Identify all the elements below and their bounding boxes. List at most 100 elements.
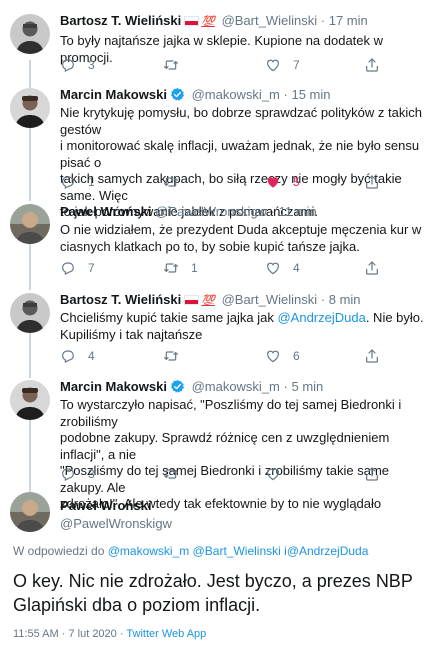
tweet-timestamp[interactable]: 11:55 AM <box>13 628 59 640</box>
tweet-text: O nie widziałem, że prezydent Duda akcep… <box>60 222 422 254</box>
thread-tweet[interactable]: Marcin Makowski @makowski_m · 15 min Nie… <box>0 80 446 219</box>
retweet-icon <box>163 57 179 73</box>
reply-icon <box>60 174 76 190</box>
avatar[interactable] <box>10 204 50 244</box>
like-count: 6 <box>293 349 300 363</box>
like-icon <box>265 260 281 276</box>
retweet-button[interactable]: 1 <box>163 259 198 277</box>
retweet-button[interactable] <box>163 56 191 74</box>
thread-tweet[interactable]: Bartosz T. Wieliński 💯 @Bart_Wielinski · … <box>0 285 446 373</box>
verified-icon <box>170 379 185 394</box>
tweet-header: Bartosz T. Wieliński 💯 @Bart_Wielinski · … <box>60 292 361 307</box>
source-app-link[interactable]: Twitter Web App <box>126 628 206 640</box>
like-count: 5 <box>293 175 300 189</box>
like-button[interactable]: 6 <box>265 347 300 365</box>
retweet-count: 1 <box>191 261 198 275</box>
author-name[interactable]: Bartosz T. Wieliński <box>60 292 181 307</box>
reply-count: 3 <box>88 58 95 72</box>
share-button[interactable] <box>364 259 380 277</box>
tweet-time[interactable]: 11 min <box>279 204 317 219</box>
retweet-icon <box>163 174 179 190</box>
main-author-name[interactable]: Paweł Wroński <box>60 498 152 513</box>
flag-icon <box>184 295 200 305</box>
author-handle[interactable]: @makowski_m <box>192 379 280 394</box>
thread-tweet[interactable]: Marcin Makowski @makowski_m · 5 min To w… <box>0 373 446 511</box>
author-name[interactable]: Marcin Makowski <box>60 87 167 102</box>
tweet-text: To wystarczyło napisać, "Poszliśmy do te… <box>60 397 402 511</box>
tweet-header: Marcin Makowski @makowski_m · 5 min <box>60 379 324 394</box>
like-button[interactable]: 4 <box>265 259 300 277</box>
tweet-time[interactable]: 8 min <box>329 292 361 307</box>
retweet-button[interactable] <box>163 465 191 483</box>
tweet-text: Chcieliśmy kupić takie same jajka jak @A… <box>60 310 424 342</box>
retweet-button[interactable] <box>163 173 191 191</box>
mention-link[interactable]: i@AndrzejDuda <box>284 544 368 558</box>
main-author-handle[interactable]: @PawelWronskigw <box>60 516 172 531</box>
thread-tweet[interactable]: Bartosz T. Wieliński 💯 @Bart_Wielinski · … <box>0 0 446 80</box>
share-button[interactable] <box>364 347 380 365</box>
avatar[interactable] <box>10 293 50 333</box>
share-button[interactable] <box>364 465 380 483</box>
tweet-header: Bartosz T. Wieliński 💯 @Bart_Wielinski · … <box>60 13 368 28</box>
tweet-meta: 11:55 AM · 7 lut 2020 · Twitter Web App <box>13 628 207 640</box>
author-name[interactable]: Paweł Wroński <box>60 204 152 219</box>
author-name[interactable]: Marcin Makowski <box>60 379 167 394</box>
author-name[interactable]: Bartosz T. Wieliński <box>60 13 181 28</box>
reply-icon <box>60 260 76 276</box>
avatar[interactable] <box>10 380 50 420</box>
tweet-header: Paweł Wroński @PawelWronskigw · 11 min <box>60 204 317 219</box>
like-count: 7 <box>293 58 300 72</box>
tweet-time[interactable]: 5 min <box>291 379 323 394</box>
reply-count: 7 <box>88 261 95 275</box>
author-handle[interactable]: @Bart_Wielinski <box>222 292 318 307</box>
like-icon <box>265 174 281 190</box>
author-handle[interactable]: @Bart_Wielinski <box>222 13 318 28</box>
reply-button[interactable]: 1 <box>60 173 95 191</box>
reply-button[interactable]: 3 <box>60 465 95 483</box>
like-icon <box>265 348 281 364</box>
reply-count: 4 <box>88 349 95 363</box>
like-button[interactable]: 7 <box>265 56 300 74</box>
retweet-button[interactable] <box>163 347 191 365</box>
reply-count: 1 <box>88 175 95 189</box>
author-handle[interactable]: @PawelWronskigw <box>155 204 267 219</box>
tweet-header: Marcin Makowski @makowski_m · 15 min <box>60 87 331 102</box>
verified-icon <box>170 87 185 102</box>
flag-icon <box>184 16 200 26</box>
avatar[interactable] <box>10 14 50 54</box>
share-icon <box>364 57 380 73</box>
reply-count: 3 <box>88 467 95 481</box>
share-icon <box>364 260 380 276</box>
mention-link[interactable]: @AndrzejDuda <box>277 310 365 325</box>
tweet-date[interactable]: 7 lut 2020 <box>68 628 116 640</box>
retweet-icon <box>163 348 179 364</box>
reply-icon <box>60 348 76 364</box>
retweet-icon <box>163 260 179 276</box>
retweet-icon <box>163 466 179 482</box>
like-icon <box>265 466 281 482</box>
mention-link[interactable]: @makowski_m <box>108 544 190 558</box>
thread-tweet[interactable]: Paweł Wroński @PawelWronskigw · 11 min O… <box>0 195 446 285</box>
author-handle[interactable]: @makowski_m <box>192 87 280 102</box>
like-icon <box>265 57 281 73</box>
hundred-icon: 💯 <box>201 16 215 28</box>
like-button[interactable] <box>265 465 293 483</box>
share-icon <box>364 466 380 482</box>
share-icon <box>364 174 380 190</box>
tweet-time[interactable]: 17 min <box>329 13 368 28</box>
mention-link[interactable]: @Bart_Wielinski <box>193 544 281 558</box>
like-button[interactable]: 5 <box>265 173 300 191</box>
avatar[interactable] <box>10 88 50 128</box>
reply-button[interactable]: 3 <box>60 56 95 74</box>
main-tweet-text: O key. Nic nie zdrożało. Jest byczo, a p… <box>13 571 413 615</box>
main-avatar[interactable] <box>10 492 50 532</box>
share-button[interactable] <box>364 56 380 74</box>
reply-button[interactable]: 7 <box>60 259 95 277</box>
like-count: 4 <box>293 261 300 275</box>
tweet-time[interactable]: 15 min <box>291 87 330 102</box>
reply-icon <box>60 466 76 482</box>
share-button[interactable] <box>364 173 380 191</box>
reply-button[interactable]: 4 <box>60 347 95 365</box>
reply-context: W odpowiedzi do @makowski_m @Bart_Wielin… <box>13 544 369 558</box>
share-icon <box>364 348 380 364</box>
